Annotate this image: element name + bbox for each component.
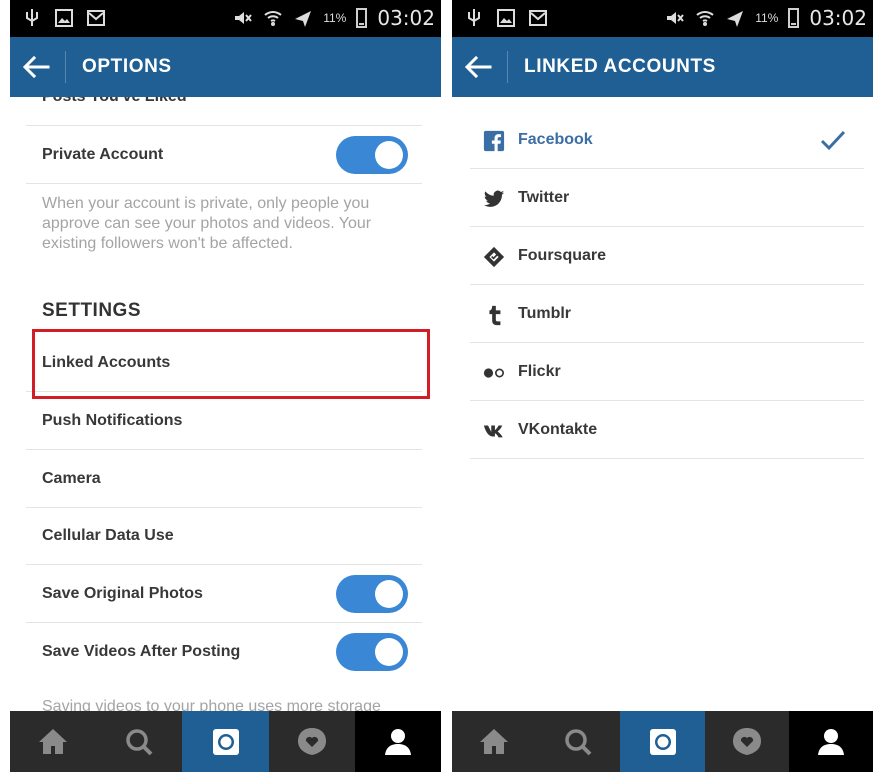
toggle-knob (375, 580, 403, 608)
status-bar: 11% 03:02 (452, 0, 873, 37)
camera-row[interactable]: Camera (26, 450, 422, 508)
back-arrow-icon[interactable] (462, 51, 494, 83)
options-screen: 11% 03:02 OPTIONS Posts You've Liked Pri… (10, 0, 441, 772)
options-list[interactable]: Posts You've Liked Private Account When … (10, 97, 441, 711)
camera-icon (212, 728, 239, 755)
tumblr-icon (489, 305, 501, 326)
toggle-knob (375, 638, 403, 666)
list-item-label: Cellular Data Use (42, 527, 174, 544)
list-item-label: Save Videos After Posting (42, 643, 241, 660)
foursquare-icon (483, 246, 505, 268)
account-row-twitter[interactable]: Twitter (470, 169, 864, 227)
tab-bar (452, 711, 873, 772)
tab-activity[interactable] (269, 711, 355, 772)
linked-accounts-header: LINKED ACCOUNTS (452, 37, 873, 97)
save-original-photos-row[interactable]: Save Original Photos (26, 565, 422, 623)
gallery-icon (497, 9, 515, 27)
account-label: Tumblr (518, 305, 572, 322)
header-divider (507, 51, 508, 83)
linked-accounts-highlight-box (32, 329, 430, 399)
settings-section-title: SETTINGS (42, 300, 142, 321)
options-header: OPTIONS (10, 37, 441, 97)
search-icon (565, 728, 592, 755)
account-label: Flickr (518, 363, 561, 380)
mail-icon (529, 10, 547, 26)
tab-bar (10, 711, 441, 772)
private-account-toggle[interactable] (336, 136, 408, 174)
linked-accounts-screen: 11% 03:02 LINKED ACCOUNTS Facebook Twitt… (452, 0, 873, 772)
gallery-icon (55, 9, 73, 27)
account-row-vkontakte[interactable]: VKontakte (470, 401, 864, 459)
private-account-helper-text: When your account is private, only peopl… (42, 195, 372, 252)
back-arrow-icon[interactable] (20, 51, 52, 83)
status-bar: 11% 03:02 (10, 0, 441, 37)
tab-search[interactable] (96, 711, 182, 772)
list-item-label: Save Original Photos (42, 585, 203, 602)
usb-icon (468, 9, 480, 26)
private-account-row[interactable]: Private Account (26, 126, 422, 184)
battery-icon (356, 8, 368, 28)
tab-profile[interactable] (788, 711, 873, 772)
checkmark-icon (820, 130, 846, 151)
save-original-photos-toggle[interactable] (336, 575, 408, 613)
list-item-label: Push Notifications (42, 412, 183, 429)
account-label: Twitter (518, 189, 570, 206)
toggle-knob (375, 141, 403, 169)
save-videos-toggle[interactable] (336, 633, 408, 671)
account-row-facebook[interactable]: Facebook (470, 111, 864, 169)
usb-icon (26, 9, 38, 26)
account-label: Facebook (518, 131, 593, 148)
cellular-data-row[interactable]: Cellular Data Use (26, 507, 422, 565)
account-row-flickr[interactable]: Flickr (470, 343, 864, 401)
tab-camera[interactable] (620, 711, 705, 772)
airplane-icon (295, 11, 312, 27)
home-icon (39, 728, 68, 754)
list-item-label: Private Account (42, 146, 164, 163)
account-label: Foursquare (518, 247, 607, 264)
airplane-icon (727, 11, 744, 27)
battery-percent: 11% (755, 11, 779, 25)
list-item-label: Posts You've Liked (42, 97, 187, 106)
page-title: LINKED ACCOUNTS (524, 56, 716, 77)
wifi-icon (696, 11, 714, 26)
list-item-posts-liked[interactable]: Posts You've Liked (26, 97, 422, 126)
clock: 03:02 (377, 6, 435, 30)
save-videos-row[interactable]: Save Videos After Posting (26, 623, 422, 681)
mute-icon (235, 12, 252, 24)
mail-icon (87, 10, 105, 26)
mute-icon (667, 12, 684, 24)
tab-activity[interactable] (705, 711, 789, 772)
tab-camera[interactable] (182, 711, 269, 772)
save-videos-helper-text: Saving videos to your phone uses more st… (42, 698, 381, 711)
linked-accounts-list: Facebook Twitter Foursquare Tumblr Flick… (452, 97, 873, 711)
camera-icon (649, 728, 676, 755)
twitter-icon (483, 190, 505, 207)
account-row-foursquare[interactable]: Foursquare (470, 227, 864, 285)
push-notifications-row[interactable]: Push Notifications (26, 392, 422, 450)
header-divider (65, 51, 66, 83)
facebook-icon (483, 130, 505, 152)
flickr-icon (483, 368, 504, 378)
clock: 03:02 (809, 6, 867, 30)
home-icon (480, 728, 509, 754)
battery-icon (788, 8, 800, 28)
vkontakte-icon (483, 425, 503, 438)
list-item-label: Camera (42, 470, 101, 487)
battery-percent: 11% (323, 11, 347, 25)
activity-icon (297, 727, 326, 755)
wifi-icon (264, 11, 282, 26)
page-title: OPTIONS (82, 56, 172, 77)
tab-profile[interactable] (354, 711, 441, 772)
tab-home[interactable] (452, 711, 536, 772)
account-label: VKontakte (518, 421, 598, 438)
activity-icon (732, 727, 761, 755)
tab-search[interactable] (536, 711, 620, 772)
profile-icon (817, 728, 844, 755)
tab-home[interactable] (10, 711, 96, 772)
profile-icon (384, 728, 411, 755)
search-icon (126, 728, 153, 755)
account-row-tumblr[interactable]: Tumblr (470, 285, 864, 343)
